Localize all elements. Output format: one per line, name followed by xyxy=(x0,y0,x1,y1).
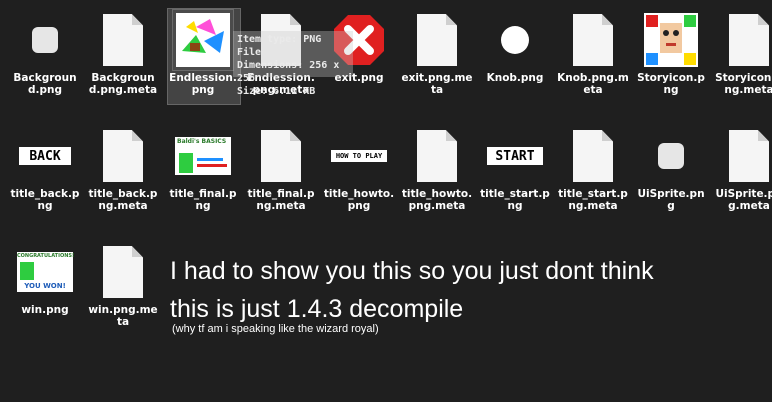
file-item[interactable]: CONGRATULATIONS! YOU WON! win.png xyxy=(8,238,82,348)
file-item[interactable]: START title_start.png xyxy=(478,122,552,232)
file-item[interactable]: Baldi's BASICS title_final.png xyxy=(166,122,240,232)
file-label: Background.png xyxy=(13,72,77,96)
win-thumbnail-icon: CONGRATULATIONS! YOU WON! xyxy=(17,252,75,292)
file-label: title_back.png.meta xyxy=(88,188,158,212)
rounded-square-icon xyxy=(32,27,58,53)
file-info-tooltip: Item type: PNG File Dimensions: 256 x 25… xyxy=(233,31,353,97)
file-item-selected[interactable]: Endlession.png xyxy=(166,6,240,116)
file-label: title_final.png xyxy=(169,188,237,212)
file-label: title_back.png xyxy=(10,188,80,212)
file-item[interactable]: title_howto.png.meta xyxy=(400,122,474,232)
tooltip-size: Size: 6.11 KB xyxy=(237,86,316,97)
tooltip-dimensions: Dimensions: 256 x 256 xyxy=(237,60,340,84)
file-item[interactable]: Storyicon.png.meta xyxy=(712,6,772,116)
document-icon xyxy=(103,130,143,182)
caption-line-1: I had to show you this so you just dont … xyxy=(170,257,654,285)
file-label: title_start.png.meta xyxy=(558,188,628,212)
face-thumbnail-icon xyxy=(644,13,698,67)
file-label: win.png.meta xyxy=(88,304,158,328)
file-label: Background.png.meta xyxy=(88,72,158,96)
final-thumbnail-icon: Baldi's BASICS xyxy=(175,137,231,175)
file-label: UiSprite.png.meta xyxy=(715,188,772,212)
back-banner-icon: BACK xyxy=(19,147,71,165)
file-label: title_final.png.meta xyxy=(247,188,315,212)
file-item[interactable]: title_back.png.meta xyxy=(86,122,160,232)
rounded-square-icon xyxy=(658,143,684,169)
document-icon xyxy=(573,14,613,66)
file-label: exit.png.meta xyxy=(401,72,473,96)
file-item[interactable]: Background.png.meta xyxy=(86,6,160,116)
circle-icon xyxy=(501,26,529,54)
file-item[interactable]: BACK title_back.png xyxy=(8,122,82,232)
file-label: Endlession.png xyxy=(169,72,237,96)
file-grid: Background.png Background.png.meta Endle… xyxy=(0,0,772,402)
file-item[interactable]: Knob.png xyxy=(478,6,552,116)
tooltip-item-type: Item type: PNG File xyxy=(237,34,322,58)
file-item[interactable]: exit.png.meta xyxy=(400,6,474,116)
file-label: Storyicon.png xyxy=(637,72,705,96)
document-icon xyxy=(417,130,457,182)
howto-banner-icon: HOW TO PLAY xyxy=(331,150,387,162)
win-thumb-text: CONGRATULATIONS! xyxy=(17,253,75,259)
document-icon xyxy=(103,246,143,298)
document-icon xyxy=(103,14,143,66)
file-label: UiSprite.png xyxy=(637,188,705,212)
start-banner-icon: START xyxy=(487,147,543,165)
file-label: Storyicon.png.meta xyxy=(715,72,772,96)
final-thumb-text: Baldi's BASICS xyxy=(177,138,227,145)
document-icon xyxy=(573,130,613,182)
document-icon xyxy=(729,130,769,182)
file-label: Knob.png xyxy=(486,72,544,84)
file-item[interactable]: UiSprite.png xyxy=(634,122,708,232)
file-label: title_howto.png xyxy=(323,188,395,212)
overlay-caption: I had to show you this so you just dont … xyxy=(170,252,654,328)
win-banner-text: YOU WON! xyxy=(24,282,66,290)
file-item[interactable]: title_final.png.meta xyxy=(244,122,318,232)
document-icon xyxy=(729,14,769,66)
file-item[interactable]: Background.png xyxy=(8,6,82,116)
file-item[interactable]: HOW TO PLAY title_howto.png xyxy=(322,122,396,232)
file-item[interactable]: win.png.meta xyxy=(86,238,160,348)
file-item[interactable]: title_start.png.meta xyxy=(556,122,630,232)
document-icon xyxy=(417,14,457,66)
overlay-subcaption: (why tf am i speaking like the wizard ro… xyxy=(172,323,379,335)
file-item[interactable]: Knob.png.meta xyxy=(556,6,630,116)
file-item[interactable]: Storyicon.png xyxy=(634,6,708,116)
file-label: win.png xyxy=(21,304,69,316)
document-icon xyxy=(261,130,301,182)
file-label: Knob.png.meta xyxy=(557,72,629,96)
file-label: title_start.png xyxy=(480,188,550,212)
image-thumbnail-icon xyxy=(176,13,230,67)
file-item[interactable]: UiSprite.png.meta xyxy=(712,122,772,232)
file-label: title_howto.png.meta xyxy=(401,188,473,212)
